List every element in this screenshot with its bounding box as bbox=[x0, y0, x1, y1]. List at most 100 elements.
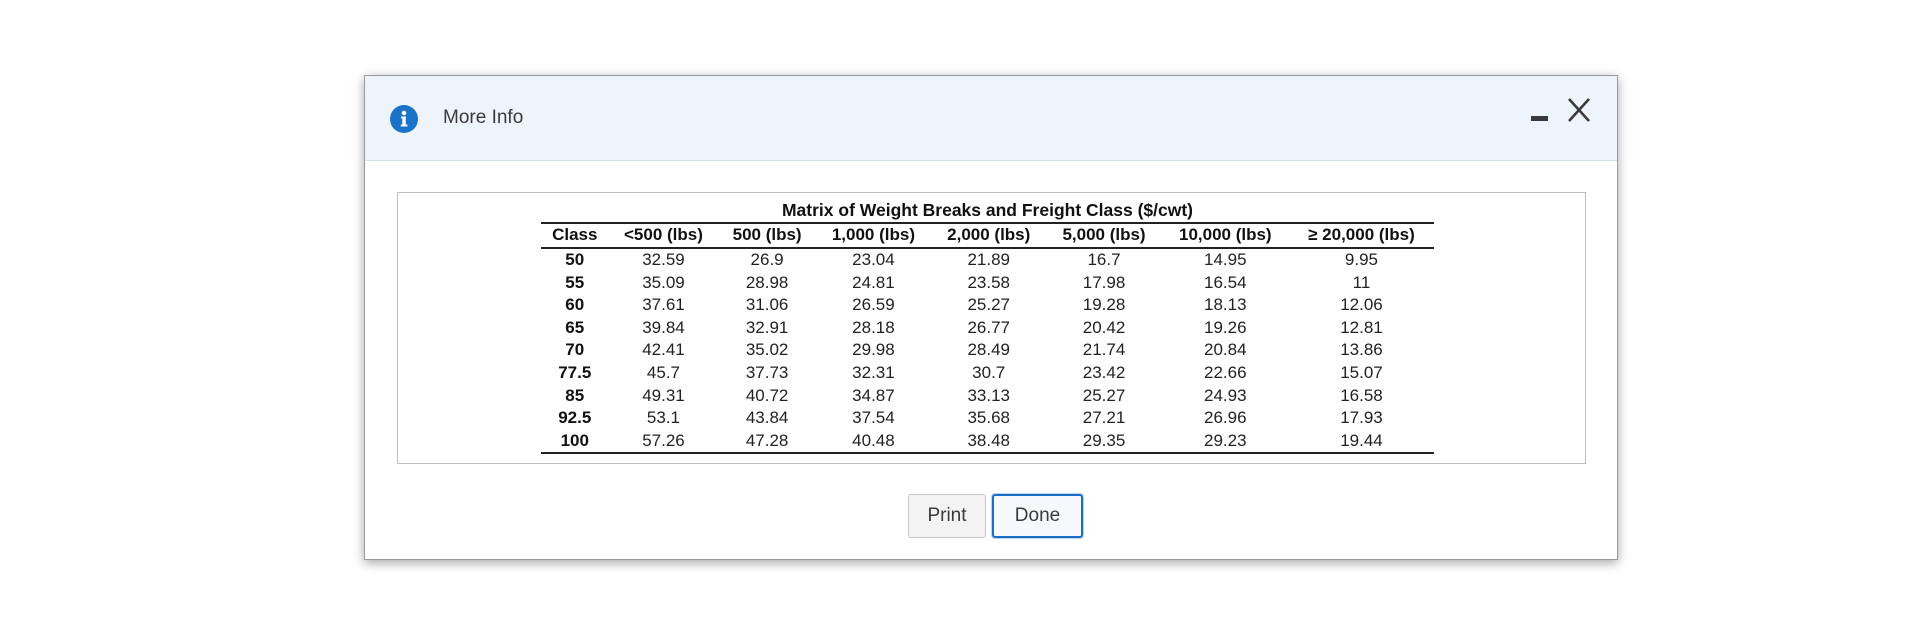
rate-cell: 42.41 bbox=[642, 340, 685, 360]
rate-cell: 23.04 bbox=[852, 250, 895, 269]
rate-cell: 18.13 bbox=[1204, 295, 1247, 315]
rate-cell: 25.27 bbox=[1082, 385, 1126, 405]
rate-cell: 39.84 bbox=[642, 317, 685, 337]
column-header: ≥ 20,000 (lbs) bbox=[1288, 222, 1434, 249]
class-cell: 55 bbox=[565, 272, 585, 292]
rate-cell: 16.58 bbox=[1340, 385, 1383, 405]
column-header: 500 (lbs) bbox=[718, 222, 816, 249]
rate-cell: 19.44 bbox=[1288, 429, 1434, 455]
table-row: 50 32.59 26.9 23.04 21.89 16.7 14.95 9.95 bbox=[541, 248, 1434, 272]
rate-cell: 24.81 bbox=[852, 272, 895, 292]
rate-cell: 40.72 bbox=[745, 385, 789, 405]
class-cell: 60 bbox=[565, 295, 585, 315]
rate-cell: 40.48 bbox=[815, 429, 932, 455]
rate-cell: 16.54 bbox=[1204, 272, 1247, 292]
rate-cell: 22.66 bbox=[1204, 362, 1247, 382]
rate-cell: 38.48 bbox=[931, 429, 1047, 455]
table-row: 85 49.31 40.72 34.87 33.13 25.27 24.93 16.58 bbox=[541, 385, 1434, 408]
rate-cell: 35.02 bbox=[745, 340, 789, 360]
rate-cell: 26.9 bbox=[750, 250, 784, 269]
rate-cell: 13.86 bbox=[1340, 340, 1383, 360]
column-header: 10,000 (lbs) bbox=[1161, 222, 1289, 249]
rate-cell: 29.23 bbox=[1161, 429, 1289, 455]
rate-cell: 20.42 bbox=[1082, 317, 1126, 337]
close-icon bbox=[1568, 98, 1590, 122]
rate-cell: 37.61 bbox=[642, 295, 685, 315]
rate-cell: 37.73 bbox=[745, 362, 789, 382]
table-header-row: Class <500 (lbs) 500 (lbs) 1,000 (lbs) 2,000… bbox=[541, 222, 1434, 249]
rate-cell: 26.59 bbox=[852, 295, 895, 315]
table-body: 50 32.59 26.9 23.04 21.89 16.7 14.95 9.95 55 35.0… bbox=[541, 248, 1434, 455]
column-header: 2,000 (lbs) bbox=[931, 222, 1047, 249]
rate-cell: 33.13 bbox=[967, 385, 1010, 405]
rate-cell: 29.35 bbox=[1046, 429, 1162, 455]
rate-cell: 11 bbox=[1352, 272, 1371, 292]
dialog-title: More Info bbox=[443, 107, 524, 128]
rate-cell: 23.42 bbox=[1082, 362, 1126, 382]
rate-cell: 43.84 bbox=[745, 408, 789, 428]
class-cell: 65 bbox=[565, 317, 585, 337]
rate-cell: 21.89 bbox=[967, 250, 1010, 269]
class-cell: 77.5 bbox=[558, 362, 592, 382]
rate-cell: 35.68 bbox=[967, 408, 1010, 428]
close-button[interactable] bbox=[1563, 94, 1595, 126]
class-cell: 70 bbox=[565, 340, 585, 360]
table-row: 70 42.41 35.02 29.98 28.49 21.74 20.84 13.86 bbox=[541, 339, 1434, 362]
rate-cell: 12.06 bbox=[1340, 295, 1383, 315]
rate-cell: 35.09 bbox=[642, 272, 685, 292]
rate-cell: 12.81 bbox=[1340, 317, 1383, 337]
table-row: 65 39.84 32.91 28.18 26.77 20.42 19.26 12.81 bbox=[541, 317, 1434, 340]
minimize-button[interactable] bbox=[1525, 102, 1551, 128]
rate-cell: 31.06 bbox=[745, 295, 789, 315]
rate-cell: 26.77 bbox=[967, 317, 1010, 337]
table-caption: Matrix of Weight Breaks and Freight Clas… bbox=[781, 200, 1193, 220]
done-button[interactable]: Done bbox=[992, 494, 1083, 538]
rate-cell: 26.96 bbox=[1204, 408, 1247, 428]
print-button[interactable]: Print bbox=[908, 494, 986, 538]
rate-cell: 45.7 bbox=[646, 362, 680, 382]
table-row: 92.5 53.1 43.84 37.54 35.68 27.21 26.96 17.93 bbox=[541, 407, 1434, 430]
rate-cell: 27.21 bbox=[1082, 408, 1126, 428]
rate-cell: 32.59 bbox=[642, 250, 685, 269]
rate-cell: 25.27 bbox=[967, 295, 1010, 315]
rate-cell: 20.84 bbox=[1204, 340, 1247, 360]
info-icon bbox=[390, 105, 418, 133]
rate-cell: 47.28 bbox=[718, 429, 816, 455]
class-cell: 100 bbox=[541, 429, 609, 455]
rate-cell: 19.26 bbox=[1204, 317, 1247, 337]
rate-cell: 37.54 bbox=[852, 408, 895, 428]
rate-cell: 17.98 bbox=[1082, 272, 1126, 292]
rate-cell: 17.93 bbox=[1340, 408, 1383, 428]
rate-cell: 30.7 bbox=[972, 362, 1006, 382]
rate-cell: 57.26 bbox=[608, 429, 719, 455]
column-header: 5,000 (lbs) bbox=[1046, 222, 1162, 249]
rate-cell: 29.98 bbox=[852, 340, 895, 360]
table-row: 60 37.61 31.06 26.59 25.27 19.28 18.13 12.06 bbox=[541, 294, 1434, 317]
column-header: <500 (lbs) bbox=[608, 222, 719, 249]
content-frame: Matrix of Weight Breaks and Freight Clas… bbox=[397, 192, 1586, 464]
rate-cell: 21.74 bbox=[1082, 340, 1126, 360]
table-row: 100 57.26 47.28 40.48 38.48 29.35 29.23 19.44 bbox=[541, 429, 1434, 455]
more-info-dialog: More Info Matrix of Weight Breaks and Fr… bbox=[364, 75, 1618, 560]
rate-cell: 15.07 bbox=[1340, 362, 1383, 382]
table-row: 77.5 45.7 37.73 32.31 30.7 23.42 22.66 15.07 bbox=[541, 362, 1434, 385]
rate-cell: 16.7 bbox=[1087, 250, 1121, 269]
table-row: 55 35.09 28.98 24.81 23.58 17.98 16.54 11 bbox=[541, 272, 1434, 295]
rate-cell: 23.58 bbox=[967, 272, 1010, 292]
class-cell: 92.5 bbox=[558, 408, 592, 428]
class-cell: 50 bbox=[565, 250, 585, 269]
column-header: 1,000 (lbs) bbox=[815, 222, 932, 249]
rate-cell: 9.95 bbox=[1344, 250, 1378, 269]
rate-cell: 53.1 bbox=[646, 408, 680, 428]
rate-cell: 49.31 bbox=[642, 385, 685, 405]
rate-cell: 28.98 bbox=[745, 272, 789, 292]
freight-matrix-table: Matrix of Weight Breaks and Freight Clas… bbox=[541, 200, 1434, 455]
rate-cell: 32.31 bbox=[852, 362, 895, 382]
column-header: Class bbox=[541, 222, 609, 249]
class-cell: 85 bbox=[565, 385, 585, 405]
rate-cell: 34.87 bbox=[852, 385, 895, 405]
rate-cell: 19.28 bbox=[1082, 295, 1126, 315]
minimize-icon bbox=[1531, 116, 1548, 121]
rate-cell: 32.91 bbox=[745, 317, 789, 337]
rate-cell: 24.93 bbox=[1204, 385, 1247, 405]
